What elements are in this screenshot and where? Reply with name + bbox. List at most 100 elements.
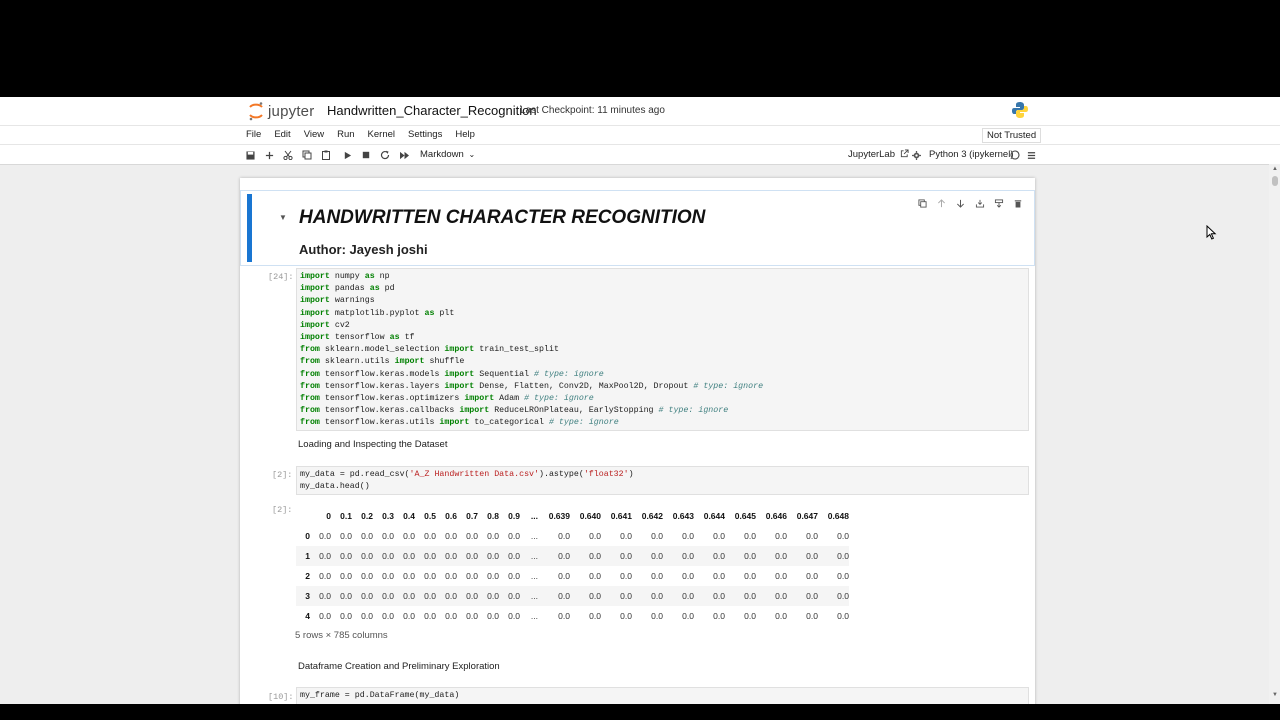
collapse-caret-icon[interactable]: ▼ — [279, 213, 287, 222]
column-header: 0.6 — [445, 511, 457, 521]
table-cell: 0.0 — [694, 586, 725, 606]
code-editor-imports[interactable]: import numpy as np import pandas as pd imp… — [300, 271, 763, 430]
table-cell: 0.0 — [589, 611, 601, 621]
table-cell: 0.0 — [775, 571, 787, 581]
chevron-down-icon: ⌄ — [468, 150, 476, 159]
code-token: tensorflow.keras.callbacks — [319, 406, 460, 416]
kernel-name[interactable]: Python 3 (ipykernel) — [929, 149, 1013, 160]
menu: File Edit View Run Kernel Settings Help — [246, 129, 488, 140]
table-cell: 0.0 — [424, 611, 436, 621]
add-icon[interactable] — [262, 148, 276, 162]
code-token: ReduceLROnPlateau, EarlyStopping — [489, 406, 659, 416]
table-cell: 0.0 — [436, 546, 457, 566]
notebook-title[interactable]: Handwritten_Character_Recognition — [327, 103, 537, 118]
table-row: 0 0.0 0.0 0.0 0.0 0.0 0.0 0.0 0.0 0.0 0.0... 0.0 0.0… — [296, 526, 849, 546]
code-token: tensorflow — [329, 333, 390, 343]
table-cell: 0.0 — [499, 586, 520, 606]
menu-kernel[interactable]: Kernel — [368, 129, 395, 140]
menu-view[interactable]: View — [304, 129, 324, 140]
code-token: my_data = pd.read_csv( — [300, 470, 410, 479]
table-cell: 0.0 — [806, 571, 818, 581]
code-token: numpy — [329, 272, 365, 281]
table-cell: 0.0 — [756, 546, 787, 566]
menu-icon[interactable] — [1024, 148, 1038, 162]
scroll-up-icon[interactable]: ▲ — [1272, 166, 1278, 172]
code-token: pd — [379, 284, 395, 294]
code-token: warnings — [329, 296, 375, 306]
table-cell: 0.0 — [558, 611, 570, 621]
table-cell: 0.0 — [394, 586, 415, 606]
vertical-scrollbar[interactable]: ▲ ▼ — [1269, 164, 1280, 704]
duplicate-icon[interactable] — [913, 197, 932, 209]
code-token: tensorflow.keras.layers — [319, 381, 445, 391]
code-token: as — [424, 308, 435, 318]
table-cell: 0.0 — [466, 611, 478, 621]
table-cell: 0.0 — [620, 531, 632, 541]
delete-icon[interactable] — [1008, 197, 1027, 209]
code-line: my_data = pd.read_csv('A_Z Handwritten D… — [300, 469, 634, 481]
trusted-status-button[interactable]: Not Trusted — [982, 128, 1042, 143]
save-icon[interactable] — [243, 148, 257, 162]
input-prompt-frame: [10]: — [268, 692, 294, 702]
table-cell: 0.0 — [775, 531, 787, 541]
code-line: import warnings — [300, 295, 763, 307]
column-header: 0.641 — [610, 511, 632, 521]
markdown-cell-heading[interactable]: ▼ HANDWRITTEN CHARACTER RECOGNITION Auth… — [240, 190, 1035, 266]
table-cell: ... — [530, 531, 538, 541]
mouse-cursor-icon — [1206, 224, 1217, 245]
scroll-down-icon[interactable]: ▼ — [1272, 692, 1278, 698]
table-cell: 0.0 — [403, 531, 415, 541]
table-cell: 0.0 — [508, 611, 520, 621]
code-cell-imports[interactable]: import numpy as np import pandas as pd imp… — [296, 268, 1029, 431]
cell-type-select[interactable]: Markdown ⌄ — [420, 149, 475, 160]
code-token: import — [444, 345, 475, 355]
menu-edit[interactable]: Edit — [274, 129, 290, 140]
dataframe-shape: 5 rows × 785 columns — [295, 630, 388, 641]
code-line: my_data.head() — [300, 481, 634, 493]
run-icon[interactable] — [340, 148, 354, 162]
insert-below-icon[interactable] — [970, 197, 989, 209]
copy-icon[interactable] — [300, 148, 314, 162]
table-cell: 0.0 — [424, 531, 436, 541]
code-editor-frame[interactable]: my_frame = pd.DataFrame(my_data) — [300, 690, 459, 702]
menu-run[interactable]: Run — [337, 129, 354, 140]
checkpoint-status: Last Checkpoint: 11 minutes ago — [520, 105, 665, 116]
table-cell: 0.0 — [589, 531, 601, 541]
jupyter-logo[interactable]: jupyter — [248, 100, 314, 122]
scrollbar-thumb[interactable] — [1272, 176, 1278, 186]
gear-icon[interactable] — [909, 148, 923, 162]
code-token: pandas — [329, 284, 370, 294]
move-down-icon[interactable] — [951, 197, 970, 209]
table-cell: 0.0 — [373, 546, 394, 566]
jupyterlab-link[interactable]: JupyterLab — [848, 149, 909, 160]
output-prompt-head: [2]: — [272, 505, 293, 515]
column-header: 0.3 — [382, 511, 394, 521]
move-up-icon[interactable] — [932, 197, 951, 209]
code-cell-read-csv[interactable]: my_data = pd.read_csv('A_Z Handwritten D… — [296, 466, 1029, 495]
code-token: # type: ignore — [534, 369, 604, 379]
table-cell: 0.0 — [487, 571, 499, 581]
stop-icon[interactable] — [359, 148, 373, 162]
table-cell: 0.0 — [508, 531, 520, 541]
author-line: Author: Jayesh joshi — [299, 242, 428, 257]
menu-file[interactable]: File — [246, 129, 261, 140]
code-token: import — [439, 418, 470, 428]
code-token: as — [389, 333, 400, 343]
fast-forward-icon[interactable] — [397, 148, 411, 162]
menu-help[interactable]: Help — [455, 129, 475, 140]
table-cell: 0.0 — [713, 571, 725, 581]
paste-icon[interactable] — [319, 148, 333, 162]
code-token: from — [300, 406, 320, 416]
table-cell: 0.0 — [837, 611, 849, 621]
cut-icon[interactable] — [281, 148, 295, 162]
restart-icon[interactable] — [378, 148, 392, 162]
code-line: import cv2 — [300, 320, 763, 332]
merge-icon[interactable] — [989, 197, 1008, 209]
menu-settings[interactable]: Settings — [408, 129, 442, 140]
code-token: import — [300, 308, 330, 318]
code-editor-read-csv[interactable]: my_data = pd.read_csv('A_Z Handwritten D… — [300, 469, 634, 493]
table-cell: 0.0 — [713, 531, 725, 541]
table-cell: 0.0 — [457, 546, 478, 566]
code-cell-frame[interactable]: my_frame = pd.DataFrame(my_data) — [296, 687, 1029, 704]
table-cell: 0.0 — [818, 546, 849, 566]
